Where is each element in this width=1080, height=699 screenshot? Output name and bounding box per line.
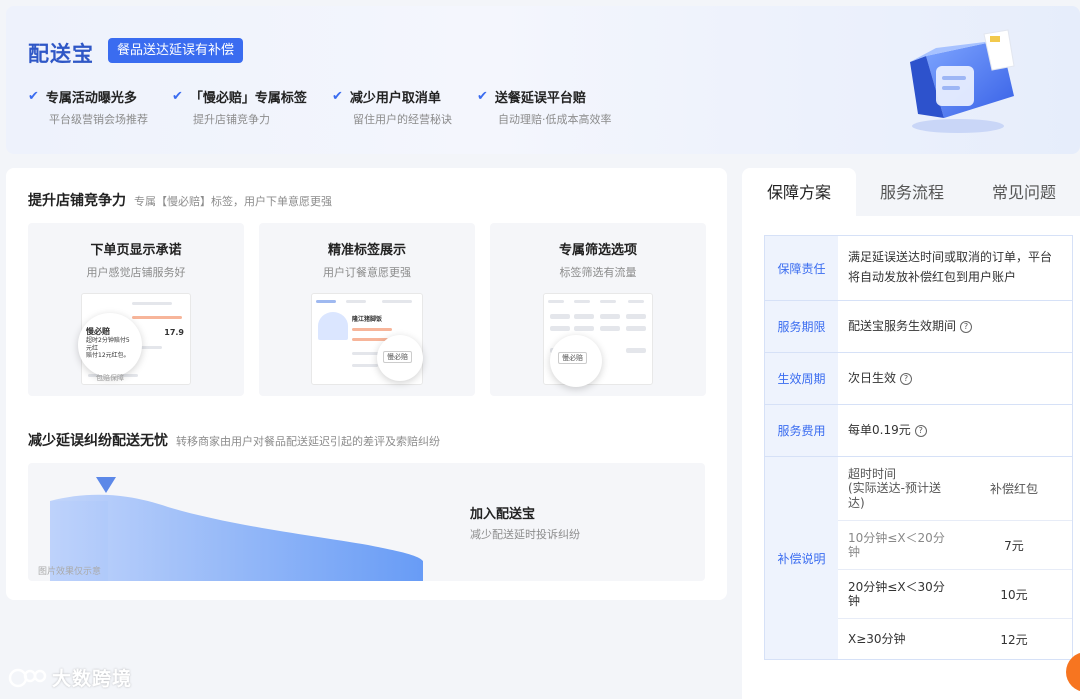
help-circle-icon[interactable]: ? (900, 372, 913, 385)
check-icon: ✔ (28, 88, 39, 104)
time-range: 10分钟≤X＜20分钟 (848, 530, 945, 559)
feature-tile: 精准标签展示 用户订餐意愿更强 隆江猪脚饭 慢必赔 (259, 223, 475, 396)
table-row: 生效周期 次日生效? (765, 353, 1072, 405)
header-amount: 补偿红包 (989, 482, 1038, 496)
section-header: 减少延误纠纷配送无忧 转移商家由用户对餐品配送延迟引起的差评及索赔纠纷 (28, 430, 440, 450)
chart-title: 加入配送宝 (470, 507, 536, 522)
magnified-filter: 慢必赔 (550, 335, 602, 387)
subtable-header: 超时时间 (实际送达-预计送达) 补偿红包 (838, 457, 1072, 521)
tile-subtitle: 用户感觉店铺服务好 (86, 266, 186, 279)
tab-service-process[interactable]: 服务流程 (856, 168, 968, 216)
subtable-row: 10分钟≤X＜20分钟 7元 (838, 521, 1072, 570)
header-time: 超时时间 (实际送达-预计送达) (848, 466, 942, 510)
compensation-subtable: 超时时间 (实际送达-预计送达) 补偿红包 10分钟≤X＜20分钟 7元 20分… (838, 457, 1072, 659)
watermark-logo-icon (8, 668, 47, 687)
mock-badge: 慢必赔 (383, 351, 412, 363)
amount: 10元 (1000, 587, 1028, 602)
row-value: 次日生效? (838, 353, 1072, 404)
watermark-text: 大数跨境 (52, 668, 133, 690)
tagline-badge: 餐品送达延误有补偿 (108, 38, 244, 63)
row-label: 生效周期 (765, 353, 838, 404)
row-label: 保障责任 (765, 236, 838, 300)
tile-title: 专属筛选选项 (558, 243, 637, 258)
table-row: 服务期限 配送宝服务生效期间? (765, 301, 1072, 353)
tab-guarantee-plan[interactable]: 保障方案 (742, 168, 856, 216)
table-row: 补偿说明 超时时间 (实际送达-预计送达) 补偿红包 10分钟≤X＜20分钟 7… (765, 457, 1072, 659)
tile-title: 下单页显示承诺 (90, 243, 182, 258)
image-note: 图片效果仅示意 (38, 567, 102, 577)
row-label: 服务期限 (765, 301, 838, 352)
magnified-tag: 慢必赔 (377, 335, 423, 381)
tile-subtitle: 用户订餐意愿更强 (323, 266, 411, 279)
check-icon: ✔ (172, 88, 183, 104)
value-text: 配送宝服务生效期间 (848, 318, 957, 333)
time-range: 20分钟≤X＜30分钟 (848, 579, 945, 608)
mock-badge: 慢必赔 (86, 327, 110, 336)
feature-item: ✔ 「慢必赔」专属标签 提升店铺竞争力 (172, 87, 307, 127)
feature-item: ✔ 专属活动曝光多 平台级营销会场推荐 (28, 87, 148, 127)
section-title: 减少延误纠纷配送无忧 (28, 433, 168, 449)
value-text: 次日生效 (848, 370, 897, 385)
row-value: 满足延误送达时间或取消的订单，平台将自动发放补偿红包到用户账户 (848, 250, 1053, 284)
feature-sub: 平台级营销会场推荐 (49, 113, 148, 126)
value-text: 每单0.19元 (848, 422, 911, 437)
section-title: 提升店铺竞争力 (28, 193, 126, 209)
filter-pill: 慢必赔 (558, 352, 587, 364)
feature-title: 「慢必赔」专属标签 (189, 90, 307, 106)
tab-bar: 保障方案 服务流程 常见问题 (742, 168, 1080, 216)
mock-footer: 包赔保障 (96, 374, 124, 382)
subtable-row: 20分钟≤X＜30分钟 10元 (838, 570, 1072, 619)
time-range: X≥30分钟 (848, 631, 906, 646)
tab-faq[interactable]: 常见问题 (968, 168, 1080, 216)
mock-line: 超时2分钟赔付5元红 (86, 337, 130, 352)
decline-curve (50, 477, 423, 581)
row-label: 补偿说明 (765, 457, 838, 659)
mock-price: 17.9 (164, 328, 184, 337)
section-subtitle: 转移商家由用户对餐品配送延迟引起的差评及索赔纠纷 (176, 435, 440, 448)
watermark: 大数跨境 (8, 664, 132, 691)
dispute-reduction-illustration: 加入配送宝 减少配送延时投诉纠纷 图片效果仅示意 (28, 463, 705, 581)
feature-item: ✔ 送餐延误平台赔 自动理赔·低成本高效率 (477, 87, 612, 127)
amount: 12元 (1000, 632, 1028, 647)
chart-subtitle: 减少配送延时投诉纠纷 (470, 528, 580, 541)
row-value: 配送宝服务生效期间? (838, 301, 1072, 352)
section-header: 提升店铺竞争力 专属【慢必赔】标签，用户下单意愿更强 (28, 190, 332, 210)
feature-sub: 留住用户的经营秘诀 (353, 113, 452, 126)
magnified-badge: 慢必赔 超时2分钟赔付5元红 赔付12元红包。 (78, 313, 142, 377)
tile-subtitle: 标签筛选有流量 (559, 266, 637, 279)
check-icon: ✔ (477, 88, 488, 104)
table-row: 保障责任 满足延误送达时间或取消的订单，平台将自动发放补偿红包到用户账户 (765, 236, 1072, 301)
delivery-bag-illustration (910, 29, 1015, 133)
help-circle-icon[interactable]: ? (914, 424, 927, 437)
row-label: 服务费用 (765, 405, 838, 456)
feature-tile: 下单页显示承诺 用户感觉店铺服务好 17.9 慢必赔 超时2分钟赔付5元红 赔付… (28, 223, 244, 396)
check-icon: ✔ (332, 88, 343, 104)
tile-title: 精准标签展示 (327, 243, 406, 258)
feature-sub: 提升店铺竞争力 (193, 113, 270, 126)
table-row: 服务费用 每单0.19元? (765, 405, 1072, 457)
promo-banner: 配送宝 餐品送达延误有补偿 ✔ 专属活动曝光多 平台级营销会场推荐 ✔ 「慢必赔」专… (6, 6, 1080, 154)
feature-title: 专属活动曝光多 (45, 90, 137, 106)
feature-sub: 自动理赔·低成本高效率 (498, 113, 612, 126)
store-image (318, 312, 348, 340)
guarantee-table: 保障责任 满足延误送达时间或取消的订单，平台将自动发放补偿红包到用户账户 服务期… (764, 235, 1073, 660)
amount: 7元 (1004, 538, 1024, 553)
feature-item: ✔ 减少用户取消单 留住用户的经营秘诀 (332, 87, 452, 127)
row-value: 每单0.19元? (838, 405, 1072, 456)
feature-title: 减少用户取消单 (349, 90, 441, 106)
competitiveness-card: 提升店铺竞争力 专属【慢必赔】标签，用户下单意愿更强 下单页显示承诺 用户感觉店… (6, 168, 727, 600)
mock-brand: 隆江猪脚饭 (352, 316, 383, 323)
feature-title: 送餐延误平台赔 (494, 90, 586, 106)
mock-line: 赔付12元红包。 (86, 352, 130, 359)
subtable-row: X≥30分钟 12元 (838, 619, 1072, 659)
section-subtitle: 专属【慢必赔】标签，用户下单意愿更强 (134, 195, 332, 208)
product-logo: 配送宝 (28, 42, 94, 66)
help-circle-icon[interactable]: ? (960, 320, 973, 333)
feature-tile: 专属筛选选项 标签筛选有流量 慢必赔 (490, 223, 706, 396)
